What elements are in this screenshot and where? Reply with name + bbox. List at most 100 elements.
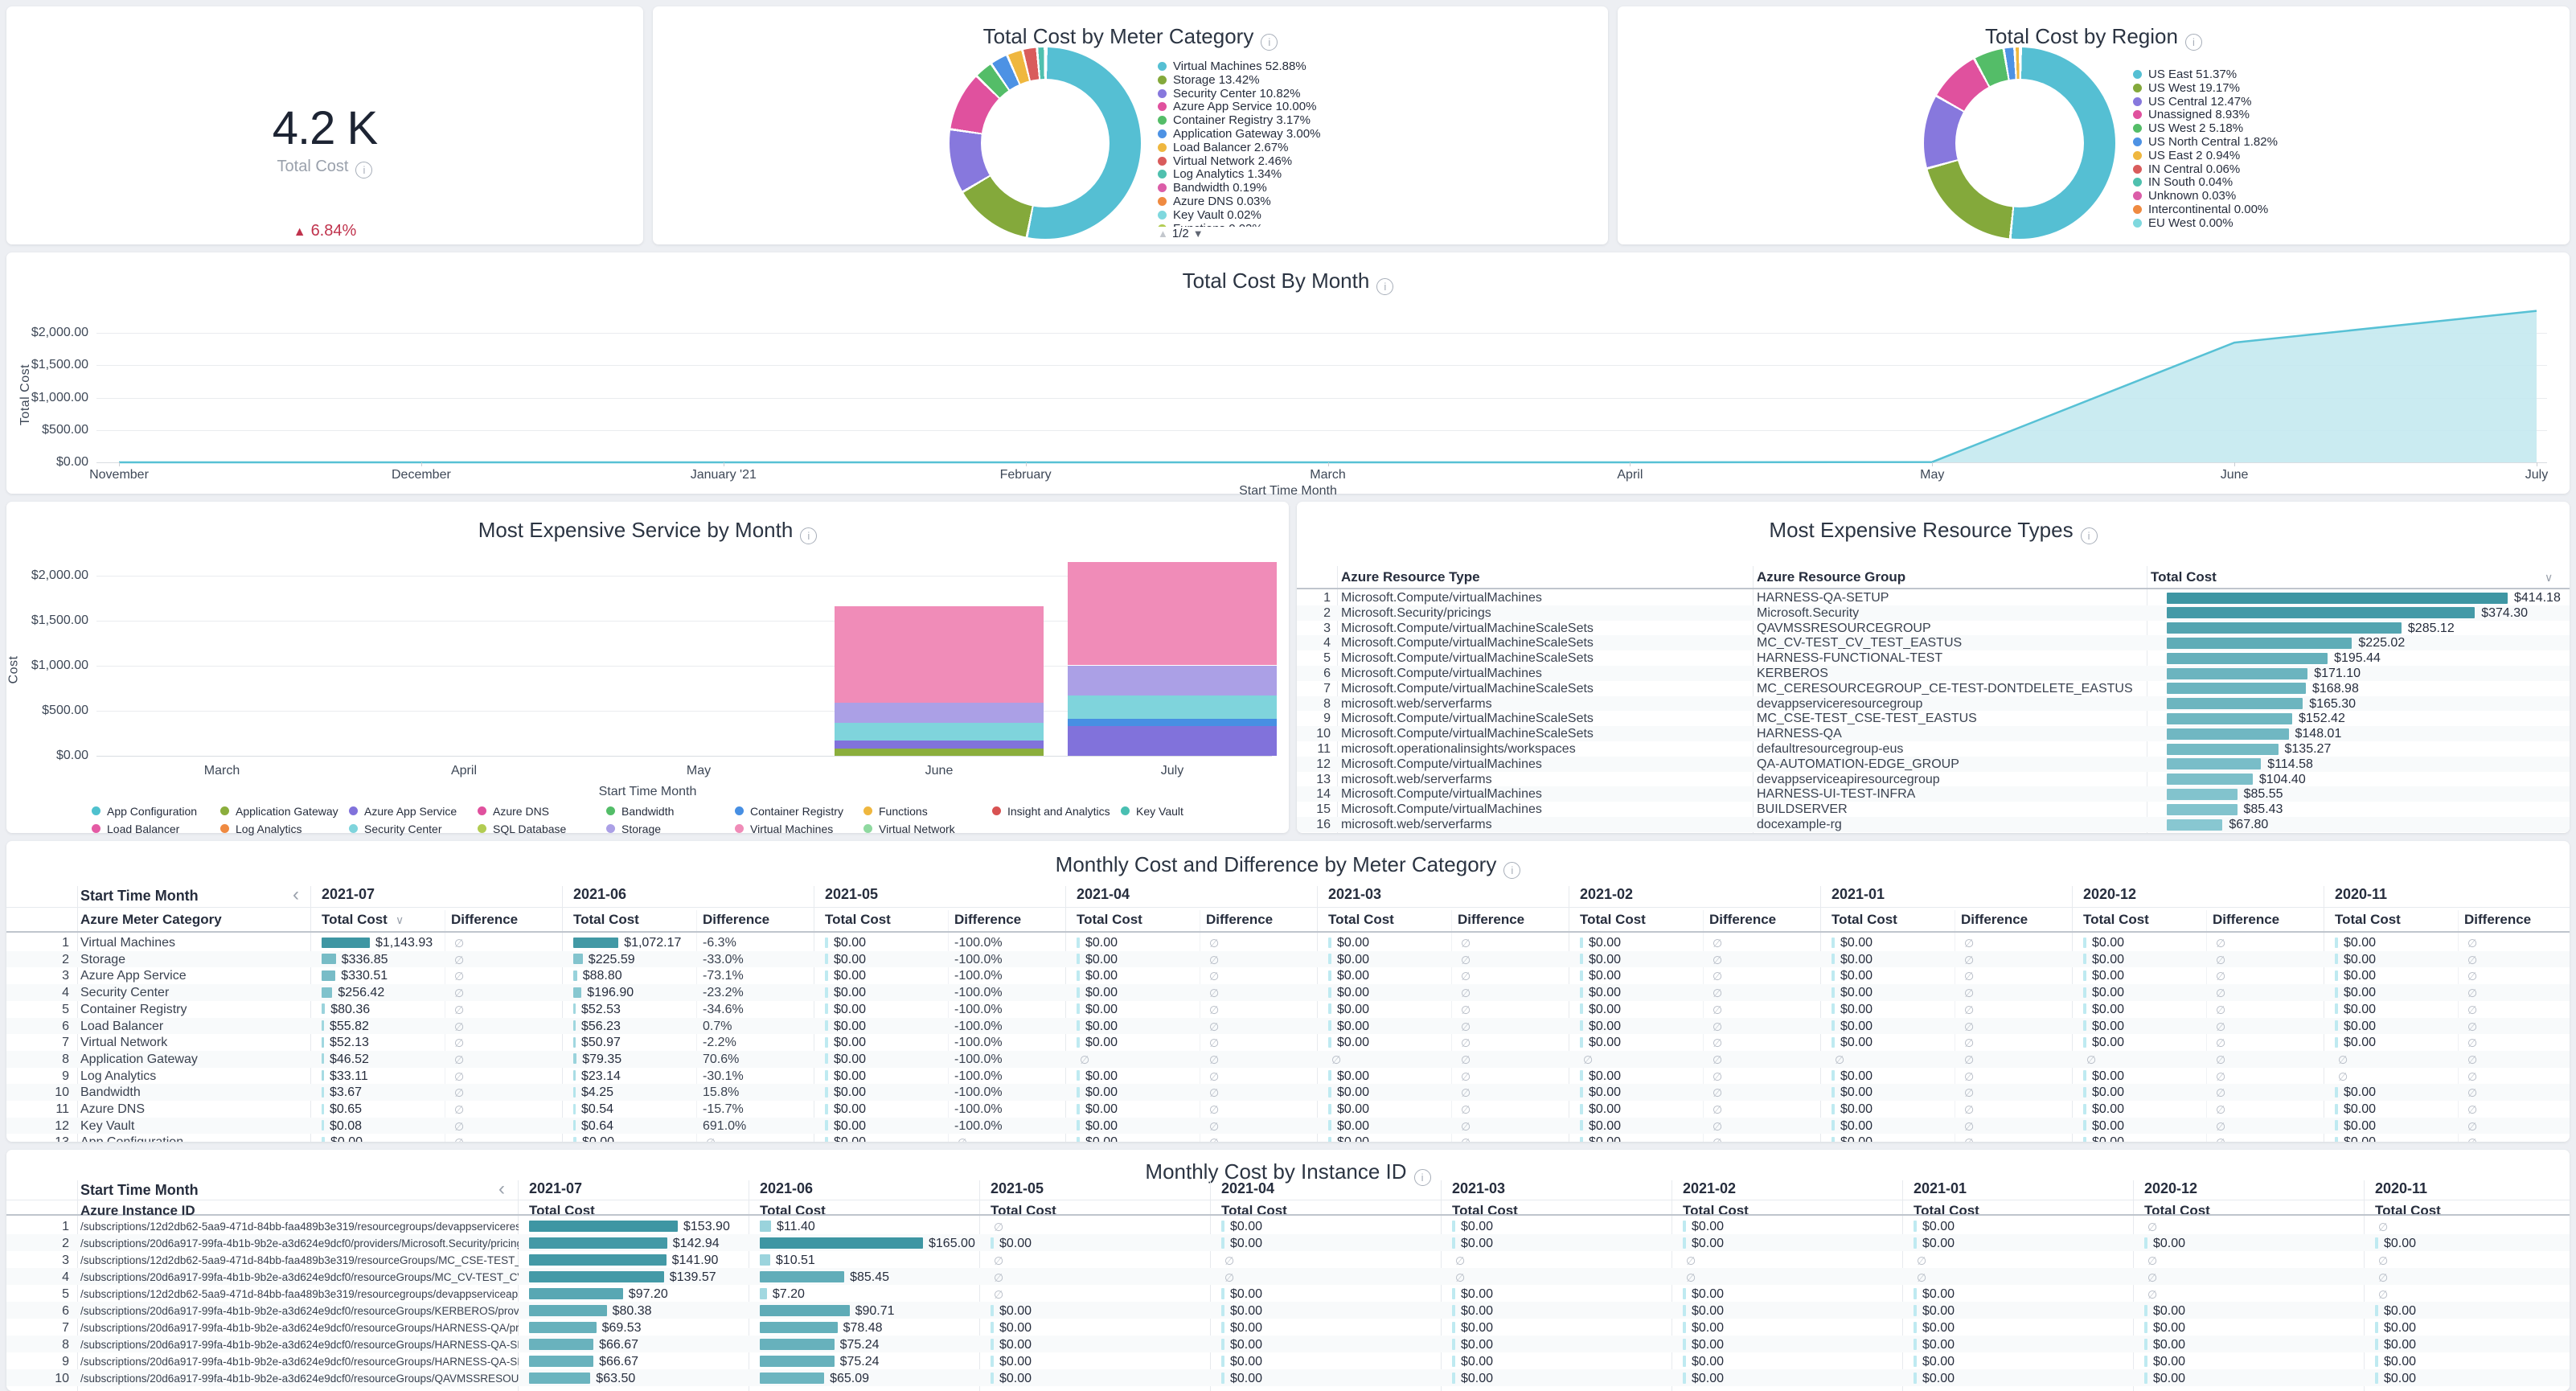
legend-item[interactable]: Key Vault 0.02% xyxy=(1158,208,1261,222)
legend-item[interactable]: Security Center xyxy=(349,822,441,835)
info-icon[interactable]: i xyxy=(2185,34,2202,51)
column-header[interactable]: Total Cost xyxy=(2144,1203,2210,1219)
cost-bar[interactable] xyxy=(1580,987,1583,998)
cost-bar[interactable] xyxy=(573,1120,576,1130)
cost-bar[interactable] xyxy=(1914,1339,1917,1350)
cost-bar[interactable] xyxy=(2167,698,2303,709)
cost-bar[interactable] xyxy=(1077,1037,1080,1048)
info-icon[interactable]: i xyxy=(355,162,372,178)
cost-bar[interactable] xyxy=(825,987,828,998)
cost-bar[interactable] xyxy=(322,1037,324,1048)
cost-bar[interactable] xyxy=(1452,1339,1455,1350)
legend-item[interactable]: Insight and Analytics xyxy=(992,804,1110,818)
cost-bar[interactable] xyxy=(2167,683,2306,694)
cost-bar[interactable] xyxy=(529,1322,597,1333)
column-header[interactable]: Difference xyxy=(1206,912,1273,928)
legend-item[interactable]: Unknown 0.03% xyxy=(2133,189,2236,203)
cost-bar[interactable] xyxy=(1580,1020,1583,1031)
legend-item[interactable]: Azure DNS 0.03% xyxy=(1158,195,1271,208)
cost-bar[interactable] xyxy=(1077,1087,1080,1098)
column-header[interactable]: Difference xyxy=(1961,912,2028,928)
cost-bar[interactable] xyxy=(322,1020,324,1031)
month-group-header[interactable]: 2021-07 xyxy=(322,886,375,903)
month-group-header[interactable]: 2021-07 xyxy=(529,1180,582,1197)
cost-bar[interactable] xyxy=(573,987,581,998)
legend-item[interactable]: US West 19.17% xyxy=(2133,81,2240,95)
cost-bar[interactable] xyxy=(1832,1137,1835,1142)
column-header[interactable]: Total Cost xyxy=(1683,1203,1749,1219)
cost-bar[interactable] xyxy=(760,1237,923,1249)
cost-bar[interactable] xyxy=(1328,954,1331,964)
cost-bar[interactable] xyxy=(1914,1237,1917,1249)
cost-bar[interactable] xyxy=(529,1254,667,1266)
cost-bar[interactable] xyxy=(2335,938,2338,948)
cost-bar[interactable] xyxy=(991,1339,994,1350)
column-header[interactable]: Difference xyxy=(2213,912,2279,928)
month-group-header[interactable]: 2021-05 xyxy=(825,886,878,903)
cost-bar[interactable] xyxy=(2167,758,2261,769)
legend-item[interactable]: US Central 12.47% xyxy=(2133,95,2251,109)
legend-item[interactable]: Virtual Machines xyxy=(735,822,833,835)
legend-item[interactable]: Virtual Network xyxy=(863,822,955,835)
cost-bar[interactable] xyxy=(2375,1322,2378,1333)
cost-bar[interactable] xyxy=(991,1237,994,1249)
legend-item[interactable]: Azure DNS xyxy=(478,804,549,818)
cost-bar[interactable] xyxy=(2083,1087,2086,1098)
cost-bar[interactable] xyxy=(322,987,332,998)
month-group-header[interactable]: 2020-11 xyxy=(2375,1180,2427,1197)
cost-bar[interactable] xyxy=(1580,1003,1583,1014)
cost-bar[interactable] xyxy=(2083,1137,2086,1142)
cost-bar[interactable] xyxy=(1077,1020,1080,1031)
cost-bar[interactable] xyxy=(2167,804,2238,815)
cost-bar[interactable] xyxy=(825,1137,828,1142)
column-header[interactable]: Total Cost xyxy=(2083,912,2149,928)
cost-bar[interactable] xyxy=(2335,954,2338,964)
cost-bar[interactable] xyxy=(2083,1070,2086,1081)
legend-item[interactable]: Azure App Service xyxy=(349,804,457,818)
cost-bar[interactable] xyxy=(1328,987,1331,998)
month-group-header[interactable]: 2021-02 xyxy=(1580,886,1633,903)
cost-bar[interactable] xyxy=(1683,1373,1686,1384)
cost-bar[interactable] xyxy=(1221,1322,1224,1333)
cost-bar[interactable] xyxy=(573,1104,576,1114)
cost-bar[interactable] xyxy=(2083,954,2086,964)
cost-bar[interactable] xyxy=(1914,1373,1917,1384)
cost-bar[interactable] xyxy=(825,1037,828,1048)
legend-item[interactable]: Unassigned 8.93% xyxy=(2133,108,2250,121)
cost-bar[interactable] xyxy=(825,1020,828,1031)
cost-bar[interactable] xyxy=(2335,1104,2338,1114)
cost-bar[interactable] xyxy=(2167,622,2402,634)
cost-bar[interactable] xyxy=(1580,938,1583,948)
cost-bar[interactable] xyxy=(1580,1087,1583,1098)
cost-bar[interactable] xyxy=(2083,1003,2086,1014)
cost-bar[interactable] xyxy=(2167,713,2292,724)
column-header[interactable]: Total Cost xyxy=(1221,1203,1287,1219)
cost-bar[interactable] xyxy=(2335,970,2338,981)
cost-bar[interactable] xyxy=(825,1104,828,1114)
column-header[interactable]: Total Cost xyxy=(573,912,639,928)
cost-bar[interactable] xyxy=(2335,1003,2338,1014)
cost-bar[interactable] xyxy=(760,1339,835,1350)
cost-bar[interactable] xyxy=(825,1070,828,1081)
cost-bar[interactable] xyxy=(2335,987,2338,998)
cost-bar[interactable] xyxy=(760,1221,771,1232)
column-header[interactable]: Total Cost xyxy=(1580,912,1646,928)
cost-bar[interactable] xyxy=(760,1322,838,1333)
column-header[interactable]: Total Cost xyxy=(760,1203,826,1219)
cost-bar[interactable] xyxy=(1221,1237,1224,1249)
legend-item[interactable]: IN Central 0.06% xyxy=(2133,162,2240,176)
cost-bar[interactable] xyxy=(760,1373,824,1384)
cost-bar[interactable] xyxy=(322,1087,324,1098)
cost-bar[interactable] xyxy=(2144,1373,2147,1384)
cost-bar[interactable] xyxy=(1328,1037,1331,1048)
meter-category-donut-chart[interactable] xyxy=(950,47,1141,239)
collapse-chevron-icon[interactable]: ‹ xyxy=(293,888,299,902)
cost-bar[interactable] xyxy=(1221,1339,1224,1350)
cost-bar[interactable] xyxy=(1580,954,1583,964)
legend-item[interactable]: Azure App Service 10.00% xyxy=(1158,100,1316,113)
column-header[interactable]: Total Cost xyxy=(1914,1203,1979,1219)
month-group-header[interactable]: 2021-01 xyxy=(1914,1180,1967,1197)
cost-bar[interactable] xyxy=(573,1087,576,1098)
column-header[interactable]: Difference xyxy=(703,912,769,928)
cost-bar[interactable] xyxy=(2083,1104,2086,1114)
